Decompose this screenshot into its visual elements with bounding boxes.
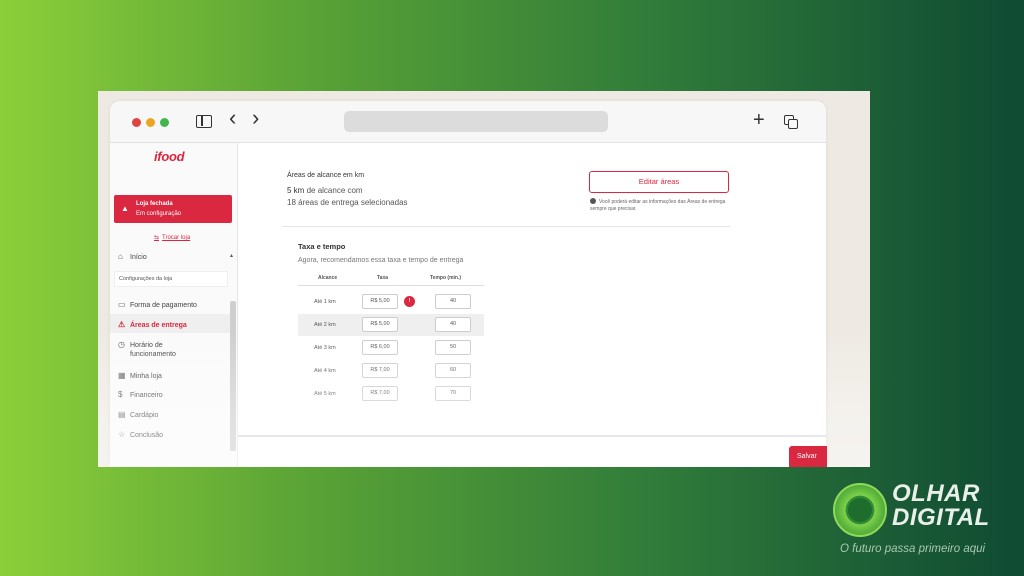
- chevron-up-icon: ▴: [230, 253, 234, 259]
- time-input[interactable]: 60: [435, 363, 471, 378]
- section-label: Configurações da loja: [114, 271, 228, 287]
- browser-window: ‹ › + ifood ▲ Loja fechada Em configuraç…: [110, 101, 826, 467]
- row-distance: Até 2 km: [314, 322, 336, 328]
- alert-badge: !: [404, 296, 415, 307]
- sidebar-item-opening-hours-line2: funcionamento: [130, 351, 176, 358]
- star-icon: ☆: [118, 430, 126, 439]
- row-distance: Até 3 km: [314, 345, 336, 351]
- screen-capture-frame: ‹ › + ifood ▲ Loja fechada Em configuraç…: [98, 91, 870, 467]
- sidebar-item-delivery-areas[interactable]: ⚠ Áreas de entrega: [118, 320, 187, 329]
- address-bar[interactable]: [344, 111, 608, 132]
- sidebar-item-financial[interactable]: $ Financeiro: [118, 390, 163, 399]
- warning-icon: ▲: [121, 204, 129, 213]
- dollar-icon: $: [118, 390, 123, 399]
- back-icon[interactable]: ‹: [229, 107, 236, 129]
- warning-icon: ⚠: [118, 320, 126, 329]
- reach-areas-text: 18 áreas de entrega selecionadas: [287, 198, 408, 207]
- sidebar-item-menu[interactable]: ▤ Cardápio: [118, 410, 158, 419]
- footer-divider: [238, 435, 826, 437]
- table-header-divider: [298, 285, 484, 286]
- minimize-window-button[interactable]: [146, 118, 155, 127]
- table-row: Até 5 km R$ 7,00 70: [298, 383, 484, 405]
- info-icon: [590, 198, 596, 204]
- rate-subtitle: Agora, recomendamos essa taxa e tempo de…: [298, 257, 464, 264]
- column-header-fee: Taxa: [377, 275, 389, 281]
- row-distance: Até 5 km: [314, 391, 336, 397]
- fee-input[interactable]: R$ 7,00: [362, 363, 398, 378]
- tabs-overview-icon[interactable]: [784, 115, 798, 129]
- time-input[interactable]: 40: [435, 317, 471, 332]
- clock-icon: ◷: [118, 340, 125, 349]
- sidebar-item-opening-hours[interactable]: ◷ Horário de: [118, 340, 163, 349]
- fee-input[interactable]: R$ 5,00: [362, 294, 398, 309]
- fee-input[interactable]: R$ 7,00: [362, 386, 398, 401]
- edit-areas-note: Você poderá editar as informações das Ár…: [590, 198, 726, 212]
- time-input[interactable]: 70: [435, 386, 471, 401]
- forward-icon[interactable]: ›: [252, 107, 259, 129]
- reach-title: Áreas de alcance em km: [287, 172, 365, 179]
- edit-areas-button[interactable]: Editar áreas: [589, 171, 729, 193]
- new-tab-icon[interactable]: +: [753, 110, 765, 130]
- table-row: Até 1 km R$ 5,00 ! 40: [298, 291, 484, 313]
- column-header-time: Tempo (min.): [430, 275, 462, 281]
- table-row: Até 2 km R$ 5,00 40: [298, 314, 484, 336]
- sidebar-item-payment[interactable]: ▭ Forma de pagamento: [118, 300, 197, 309]
- column-header-reach: Alcance: [318, 275, 338, 281]
- table-row: Até 4 km R$ 7,00 60: [298, 360, 484, 382]
- main-content: Áreas de alcance em km 5 km de alcance c…: [238, 143, 826, 467]
- store-status-banner: ▲ Loja fechada Em configuração: [114, 195, 232, 223]
- table-row: Até 3 km R$ 6,00 50: [298, 337, 484, 359]
- sidebar-item-home[interactable]: ⌂ Início ▴: [118, 252, 233, 261]
- divider: [282, 226, 730, 227]
- sidebar-toggle-icon[interactable]: [196, 115, 212, 128]
- store-status-title: Loja fechada: [136, 201, 173, 207]
- close-window-button[interactable]: [132, 118, 141, 127]
- menu-icon: ▤: [118, 410, 126, 419]
- time-input[interactable]: 50: [435, 340, 471, 355]
- sidebar-item-my-store[interactable]: ▦ Minha loja: [118, 371, 162, 380]
- olhar-digital-logo-icon: [833, 483, 887, 537]
- olhar-digital-watermark: OLHAR DIGITAL O futuro passa primeiro aq…: [830, 478, 1020, 568]
- home-icon: ⌂: [118, 252, 123, 261]
- maximize-window-button[interactable]: [160, 118, 169, 127]
- sidebar-scrollbar[interactable]: [230, 301, 236, 451]
- fee-input[interactable]: R$ 6,00: [362, 340, 398, 355]
- sidebar: ifood ▲ Loja fechada Em configuração ⇆ Tr…: [110, 143, 238, 467]
- save-button[interactable]: Salvar: [789, 446, 827, 467]
- row-distance: Até 4 km: [314, 368, 336, 374]
- fee-input[interactable]: R$ 5,00: [362, 317, 398, 332]
- toggle-store-link[interactable]: ⇆ Trocar loja: [154, 234, 190, 241]
- rate-title: Taxa e tempo: [298, 242, 346, 251]
- ifood-logo: ifood: [154, 149, 185, 164]
- swap-icon: ⇆: [154, 235, 160, 241]
- row-distance: Até 1 km: [314, 299, 336, 305]
- reach-km-text: 5 km de alcance com: [287, 186, 363, 195]
- browser-toolbar: ‹ › +: [110, 101, 826, 143]
- store-status-subtitle: Em configuração: [136, 211, 182, 217]
- payment-icon: ▭: [118, 300, 126, 309]
- store-icon: ▦: [118, 371, 126, 380]
- sidebar-item-conclusion[interactable]: ☆ Conclusão: [118, 430, 163, 439]
- brand-tagline: O futuro passa primeiro aqui: [840, 543, 986, 555]
- brand-name: OLHAR DIGITAL: [892, 480, 990, 531]
- time-input[interactable]: 40: [435, 294, 471, 309]
